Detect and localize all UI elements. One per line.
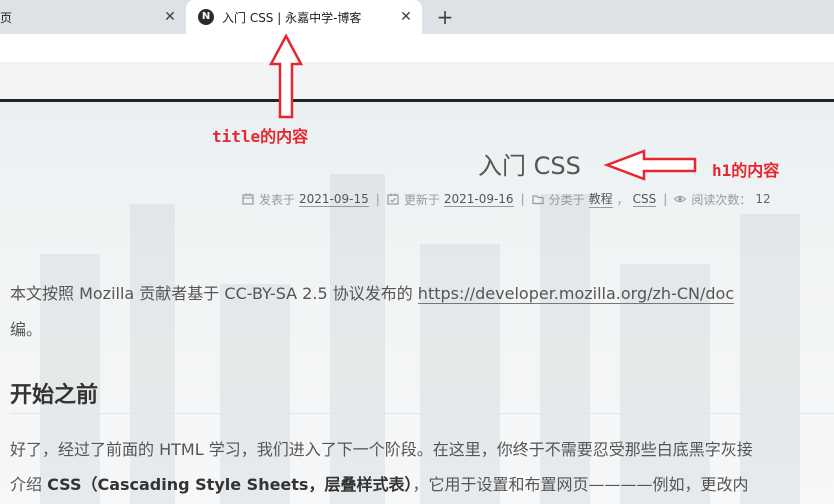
left-arrow-annotation xyxy=(603,149,697,181)
calendar-icon xyxy=(242,193,254,205)
intro-line-2: 编。 xyxy=(10,320,43,339)
updated-date-link[interactable]: 2021-09-16 xyxy=(443,192,514,207)
category-link-css[interactable]: CSS xyxy=(632,192,657,207)
favicon-icon: N xyxy=(198,9,214,25)
post-meta: 发表于 2021-09-15 | 更新于 2021-09-16 | 分类于 教程… xyxy=(242,190,771,208)
folder-icon xyxy=(532,195,544,205)
meta-separator: | xyxy=(663,192,668,206)
published-label: 发表于 xyxy=(259,192,296,207)
css-term: CSS（Cascading Style Sheets，层叠样式表） xyxy=(47,475,413,494)
intro-text: 本文按照 Mozilla 贡献者基于 CC-BY-SA 2.5 协议发布的 xyxy=(10,284,418,303)
intro-line-1: 本文按照 Mozilla 贡献者基于 CC-BY-SA 2.5 协议发布的 ht… xyxy=(10,280,735,304)
section-heading: 开始之前 xyxy=(10,383,99,408)
source-url-link[interactable]: https://developer.mozilla.org/zh-CN/doc xyxy=(417,284,735,304)
views-count: 12 xyxy=(755,192,771,206)
close-icon[interactable]: ✕ xyxy=(398,9,414,25)
browser-tab-strip: 页 ✕ N 入门 CSS | 永嘉中学-博客 ✕ + xyxy=(0,0,834,34)
para-suffix: ，它用于设置和布置网页————例如，更改内 xyxy=(412,475,749,494)
close-icon[interactable]: ✕ xyxy=(162,9,178,25)
category-link-tutorial[interactable]: 教程 xyxy=(588,190,613,208)
heading-divider xyxy=(10,413,834,414)
updated-label: 更新于 xyxy=(403,192,440,207)
para-prefix: 介绍 xyxy=(10,475,48,494)
eye-icon xyxy=(674,195,687,203)
post-title: 入门 CSS xyxy=(478,152,581,180)
views-label: 阅读次数： xyxy=(691,192,752,207)
tab-active-title: 入门 CSS | 永嘉中学-博客 xyxy=(222,11,362,25)
tab-active[interactable]: N 入门 CSS | 永嘉中学-博客 ✕ xyxy=(186,0,422,34)
browser-toolbar xyxy=(0,34,834,62)
meta-separator: | xyxy=(375,192,380,206)
new-tab-button[interactable]: + xyxy=(434,6,456,28)
tab-previous[interactable]: 页 ✕ xyxy=(0,0,186,34)
meta-separator: | xyxy=(520,192,525,206)
h1-annotation-label: h1的内容 xyxy=(712,161,780,180)
blog-page: 入门 CSS 发表于 2021-09-15 | 更新于 2021-09-16 | xyxy=(0,102,834,504)
category-label: 分类于 xyxy=(548,192,585,207)
category-comma: ， xyxy=(616,192,629,207)
paragraph-line-2: 介绍 CSS（Cascading Style Sheets，层叠样式表），它用于… xyxy=(10,471,748,495)
paragraph-line-1: 好了，经过了前面的 HTML 学习，我们进入了下一个阶段。在这里，你终于不需要忍… xyxy=(10,440,753,459)
background-building xyxy=(740,214,800,504)
calendar-check-icon xyxy=(387,193,399,205)
published-date-link[interactable]: 2021-09-15 xyxy=(299,192,369,207)
tab-previous-title: 页 xyxy=(0,11,13,25)
title-annotation-label: title的内容 xyxy=(212,127,309,146)
address-bar-area[interactable] xyxy=(0,62,834,100)
up-arrow-annotation xyxy=(268,33,304,119)
screenshot-root: 页 ✕ N 入门 CSS | 永嘉中学-博客 ✕ + 入门 CSS 发表于 20… xyxy=(0,0,834,504)
